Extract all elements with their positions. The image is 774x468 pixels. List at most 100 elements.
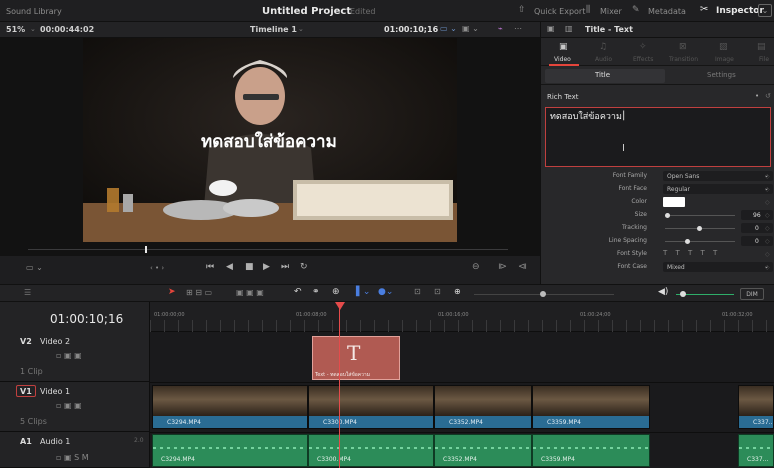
mixer-button[interactable]: Mixer bbox=[600, 8, 622, 16]
zoom-dropdown-icon[interactable]: ⌄ bbox=[30, 26, 36, 33]
selection-tool-icon[interactable]: ➤ bbox=[168, 288, 176, 297]
timeline-dropdown-icon[interactable]: ⌄ bbox=[298, 26, 304, 33]
sound-library-button[interactable]: Sound Library bbox=[6, 8, 62, 16]
tracking-slider-handle[interactable] bbox=[697, 226, 702, 231]
audio-clip[interactable]: C3294.MP4 bbox=[152, 434, 308, 467]
font-style-buttons[interactable]: T T T T T bbox=[663, 250, 720, 257]
quick-export-button[interactable]: Quick Export bbox=[534, 8, 585, 16]
audio-clip[interactable]: C3300.MP4 bbox=[308, 434, 434, 467]
audio-clip[interactable]: C3352.MP4 bbox=[434, 434, 532, 467]
view-options-icon[interactable]: ▭ ⌄ bbox=[440, 25, 457, 33]
size-slider[interactable] bbox=[665, 215, 735, 216]
stop-icon[interactable]: ■ bbox=[245, 263, 254, 272]
audio-clip[interactable]: C337... bbox=[738, 434, 774, 467]
timeline-ruler[interactable]: 01:00:00;00 01:00:08;00 01:00:16;00 01:0… bbox=[150, 302, 774, 332]
subtab-settings[interactable]: Settings bbox=[707, 72, 736, 79]
timeline-view-icon[interactable]: ☰ bbox=[24, 289, 31, 297]
font-face-select[interactable]: Regular ⌄ bbox=[663, 184, 773, 194]
audio-clip[interactable]: C3359.MP4 bbox=[532, 434, 650, 467]
playhead[interactable] bbox=[339, 302, 340, 468]
line-spacing-slider-handle[interactable] bbox=[685, 239, 690, 244]
lock-icon[interactable]: ⊕ bbox=[332, 288, 340, 297]
track-controls-v1[interactable]: ▫ ▣ ▣ bbox=[56, 402, 82, 410]
track-name-v1[interactable]: Video 1 bbox=[40, 388, 70, 396]
timeline-name[interactable]: Timeline 1 bbox=[250, 26, 297, 34]
marker-icon[interactable]: ●⌄ bbox=[378, 288, 393, 297]
rich-text-editor[interactable]: ทดสอบใส่ข้อความ | I bbox=[545, 107, 771, 167]
video-clip[interactable]: C3352.MP4 bbox=[434, 385, 532, 429]
track-header-v1[interactable]: V1 Video 1 ▫ ▣ ▣ 5 Clips bbox=[0, 382, 150, 432]
volume-handle[interactable] bbox=[680, 291, 686, 297]
skip-end-icon[interactable]: ⏭ bbox=[281, 263, 289, 272]
title-clip[interactable]: T Text - ทดสอบใส่ข้อความ bbox=[312, 336, 400, 380]
fullscreen-icon[interactable]: ⌄ bbox=[758, 4, 772, 17]
size-slider-handle[interactable] bbox=[665, 213, 670, 218]
loop-icon[interactable]: ↻ bbox=[300, 263, 308, 272]
waveform bbox=[153, 447, 307, 449]
mixer-icon[interactable]: ⫼ bbox=[586, 6, 590, 15]
subtab-title[interactable]: Title bbox=[545, 69, 665, 83]
inspector-split-icon[interactable]: ▥ bbox=[565, 25, 573, 33]
trim-tool-icon[interactable]: ⊞ ⊟ ▭ bbox=[186, 289, 212, 297]
clip-label: C3300.MP4 bbox=[317, 456, 351, 463]
zoom-detail-icon[interactable]: ⊡ bbox=[434, 288, 441, 296]
track-header-v2[interactable]: V2 Video 2 ▫ ▣ ▣ 1 Clip bbox=[0, 332, 150, 382]
tab-effects[interactable]: ✧ Effects bbox=[625, 38, 663, 66]
viewer-mode-icon[interactable]: ▭ ⌄ bbox=[26, 264, 43, 272]
timeline-zoom-handle[interactable] bbox=[540, 291, 546, 297]
skip-start-icon[interactable]: ⏮ bbox=[206, 263, 214, 272]
output-icon[interactable]: ▣ ⌄ bbox=[462, 25, 479, 33]
font-case-select[interactable]: Mixed ⌄ bbox=[663, 262, 773, 272]
metadata-button[interactable]: Metadata bbox=[648, 8, 686, 16]
tab-video[interactable]: ▣ Video bbox=[545, 38, 583, 66]
playhead-handle[interactable] bbox=[335, 302, 345, 310]
rich-text-value[interactable]: ทดสอบใส่ข้อความ bbox=[550, 113, 622, 122]
inspector-collapse-icon[interactable]: ▣ bbox=[547, 25, 555, 33]
volume-icon[interactable]: ◀) bbox=[658, 288, 668, 297]
play-icon[interactable]: ▶ bbox=[263, 263, 270, 272]
color-swatch[interactable] bbox=[663, 197, 685, 207]
scrubber-track[interactable] bbox=[28, 249, 508, 250]
waveform bbox=[739, 447, 773, 449]
zoom-level[interactable]: 51% bbox=[6, 26, 25, 34]
transform-icon[interactable]: ⌁ bbox=[498, 25, 503, 33]
inspector-button[interactable]: Inspector bbox=[716, 7, 764, 16]
mark-out-icon[interactable]: ⧏ bbox=[518, 263, 527, 272]
snapping-icon[interactable]: ↶ bbox=[294, 288, 302, 297]
keyframe-icons[interactable]: ◇ ◇ ◇ ◇ ◇ ◇ ◇ ◇ bbox=[765, 170, 773, 271]
line-spacing-slider[interactable] bbox=[665, 241, 735, 242]
zoom-custom-icon[interactable]: ⊕ bbox=[454, 288, 461, 296]
tab-transition[interactable]: ⊠ Transition bbox=[665, 38, 703, 66]
metadata-icon[interactable]: ✎ bbox=[632, 6, 640, 15]
reverse-icon[interactable]: ◀ bbox=[226, 263, 233, 272]
dim-button[interactable]: DIM bbox=[740, 288, 764, 300]
timeline-area[interactable]: 01:00:00;00 01:00:08;00 01:00:16;00 01:0… bbox=[150, 302, 774, 468]
scrubber-handle[interactable] bbox=[145, 246, 147, 253]
tab-audio[interactable]: ♫ Audio bbox=[585, 38, 623, 66]
inspector-icon[interactable]: ✂ bbox=[700, 5, 708, 15]
track-controls-v2[interactable]: ▫ ▣ ▣ bbox=[56, 352, 82, 360]
flag-icon[interactable]: ▌⌄ bbox=[356, 288, 370, 297]
video-clip[interactable]: C3300.MP4 bbox=[308, 385, 434, 429]
font-family-select[interactable]: Open Sans ⌄ bbox=[663, 171, 773, 181]
track-header-a1[interactable]: A1 Audio 1 2.0 ▫ ▣ S M bbox=[0, 432, 150, 468]
video-clip[interactable]: C3359.MP4 bbox=[532, 385, 650, 429]
track-controls-a1[interactable]: ▫ ▣ S M bbox=[56, 454, 89, 462]
insert-clip-icon[interactable]: ▣ ▣ ▣ bbox=[236, 289, 264, 297]
export-icon[interactable]: ⇧ bbox=[518, 6, 526, 15]
more-icon[interactable]: ⋯ bbox=[514, 25, 522, 33]
mark-in-icon[interactable]: ⧐ bbox=[498, 263, 507, 272]
track-name-a1[interactable]: Audio 1 bbox=[40, 438, 70, 446]
video-clip[interactable]: C3294.MP4 bbox=[152, 385, 308, 429]
audio-tab-icon: ♫ bbox=[599, 42, 608, 52]
tab-file[interactable]: ▤ File bbox=[745, 38, 774, 66]
match-frame-icon[interactable]: ⊖ bbox=[472, 263, 480, 272]
subtab-bar: Title Settings bbox=[541, 67, 774, 85]
track-name-v2[interactable]: Video 2 bbox=[40, 338, 70, 346]
tab-image[interactable]: ▨ Image bbox=[705, 38, 743, 66]
video-clip[interactable]: C337... bbox=[738, 385, 774, 429]
jog-icon[interactable]: ‹ • › bbox=[150, 265, 164, 272]
link-icon[interactable]: ⚭ bbox=[312, 288, 320, 297]
zoom-full-icon[interactable]: ⊡ bbox=[414, 288, 421, 296]
rich-text-reset-icon[interactable]: ↺ bbox=[765, 93, 771, 100]
